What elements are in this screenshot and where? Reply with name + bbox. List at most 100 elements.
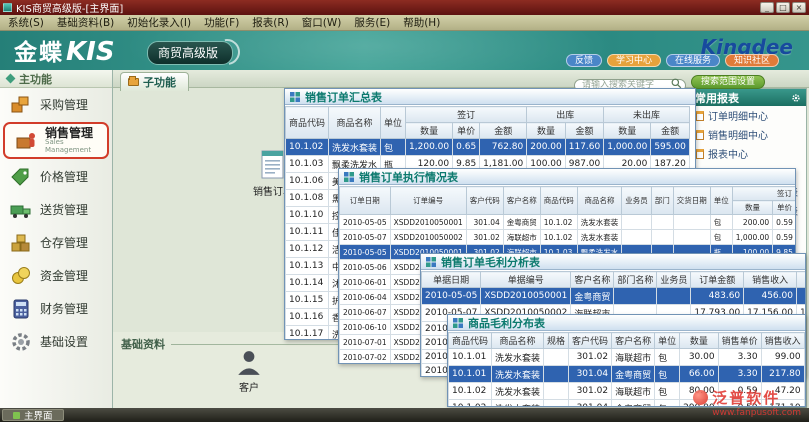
column-header[interactable]: 部门名称 — [614, 272, 657, 288]
column-header[interactable]: 商品名称 — [577, 187, 622, 215]
sidebar-item-settings[interactable]: 基础设置 — [0, 325, 112, 358]
column-header[interactable]: 客户代码 — [466, 187, 503, 215]
table-cell[interactable] — [614, 288, 657, 305]
table-cell[interactable]: 1,200.00 — [406, 139, 453, 156]
table-cell[interactable] — [651, 215, 673, 230]
column-header[interactable]: 部门 — [651, 187, 673, 215]
table-cell[interactable]: 10.1.16 — [286, 309, 329, 326]
table-cell[interactable]: 301.04 — [569, 400, 612, 407]
table-cell[interactable]: 1,000.00 — [604, 139, 651, 156]
table-cell[interactable]: 2010-06-07 — [340, 305, 391, 320]
table-cell[interactable]: 2010-05-05 — [340, 245, 391, 260]
table-cell[interactable]: 0.62 — [804, 400, 805, 407]
column-header[interactable]: 客户名称 — [503, 187, 540, 215]
table-cell[interactable]: 10.1.02 — [286, 139, 329, 156]
table-cell[interactable]: 金粤商贸 — [571, 288, 614, 305]
report-link[interactable]: 订单明细中心 — [690, 106, 806, 125]
table-cell[interactable]: 30.00 — [680, 349, 719, 366]
table-cell[interactable]: 595.00 — [651, 139, 690, 156]
sidebar-item-sales[interactable]: 销售管理 Sales Management — [3, 122, 109, 159]
table-cell[interactable]: 包 — [655, 383, 680, 400]
table-cell[interactable]: 10.1.10 — [286, 207, 329, 224]
table-row[interactable]: 2010-05-05XSDD2010050001金粤商贸483.60456.00… — [422, 288, 806, 305]
table-row[interactable]: 10.1.01洗发水套装301.02海联超市包30.003.3099.003.7… — [449, 349, 806, 366]
window-titlebar[interactable]: 销售订单汇总表 — [285, 89, 695, 105]
column-header[interactable]: 签订 — [732, 187, 795, 201]
table-cell[interactable]: 洗发水套装 — [492, 383, 544, 400]
table-cell[interactable]: XSDD2010050001 — [481, 288, 571, 305]
column-header[interactable]: 商品代码 — [449, 333, 492, 349]
column-header[interactable]: 单位 — [381, 107, 406, 139]
table-cell[interactable]: 10.1.12 — [286, 241, 329, 258]
table-cell[interactable]: 洗发水套装 — [492, 400, 544, 407]
table-cell[interactable]: 2010-06-10 — [340, 320, 391, 335]
column-header[interactable]: 客户名称 — [612, 333, 655, 349]
report-link[interactable]: 报表中心 — [690, 144, 806, 163]
table-cell[interactable]: 2010-07-01 — [340, 335, 391, 350]
sidebar-item-cash[interactable]: 资金管理 — [0, 259, 112, 292]
table-cell[interactable]: 10.1.02 — [540, 215, 577, 230]
table-cell[interactable] — [544, 400, 569, 407]
column-header[interactable]: 金额 — [565, 123, 604, 139]
column-header[interactable]: 客户代码 — [569, 333, 612, 349]
column-header[interactable]: 数量 — [527, 123, 566, 139]
table-cell[interactable] — [544, 366, 569, 383]
maximize-button[interactable]: □ — [776, 2, 790, 13]
column-header[interactable]: 单价 — [773, 201, 795, 215]
sidebar-item-inventory[interactable]: 仓存管理 — [0, 226, 112, 259]
table-cell[interactable]: 海联超市 — [612, 349, 655, 366]
sidebar-item-purchase[interactable]: 采购管理 — [0, 88, 112, 121]
column-header[interactable]: 销售成本 — [796, 272, 805, 288]
column-header[interactable]: 业务员 — [657, 272, 691, 288]
table-cell[interactable]: 包 — [381, 139, 406, 156]
menu-item[interactable]: 窗口(W) — [302, 15, 342, 30]
table-cell[interactable]: 117.60 — [565, 139, 604, 156]
table-cell[interactable]: 金粤商贸 — [612, 366, 655, 383]
table-cell[interactable]: 301.02 — [569, 383, 612, 400]
table-row[interactable]: 10.1.01洗发水套装301.04金粤商贸包66.003.30217.803.… — [449, 366, 806, 383]
menu-item[interactable]: 功能(F) — [204, 15, 239, 30]
table-cell[interactable]: 3.73 — [804, 349, 805, 366]
table-cell[interactable]: XSDD2010050001 — [390, 215, 466, 230]
column-header[interactable]: 商品代码 — [286, 107, 329, 139]
quick-button[interactable]: 反馈 — [566, 54, 602, 67]
menu-item[interactable]: 基础资料(B) — [57, 15, 114, 30]
table-cell[interactable]: 10.1.13 — [286, 258, 329, 275]
table-cell[interactable]: 2010-06-01 — [340, 275, 391, 290]
column-header[interactable]: 数量 — [604, 123, 651, 139]
column-header[interactable]: 单位 — [710, 187, 732, 215]
column-header[interactable]: 商品代码 — [540, 187, 577, 215]
column-header[interactable]: 数量 — [406, 123, 453, 139]
column-header[interactable]: 金额 — [651, 123, 690, 139]
column-header[interactable]: 单据编号 — [481, 272, 571, 288]
column-header[interactable]: 订单编号 — [390, 187, 466, 215]
table-cell[interactable]: 476.46 — [796, 288, 805, 305]
table-cell[interactable]: 10.1.06 — [286, 173, 329, 190]
column-header[interactable]: 规格 — [544, 333, 569, 349]
table-cell[interactable]: 301.02 — [466, 230, 503, 245]
table-cell[interactable]: 2010-05-06 — [340, 260, 391, 275]
table-cell[interactable]: 洗发水套装 — [492, 366, 544, 383]
table-cell[interactable]: 301.04 — [466, 215, 503, 230]
column-header[interactable]: 订单金额 — [691, 272, 744, 288]
table-cell[interactable]: 10.1.02 — [449, 400, 492, 407]
column-header[interactable]: 销售单价 — [718, 333, 761, 349]
table-cell[interactable]: 3.30 — [718, 366, 761, 383]
column-header[interactable]: 单位 — [655, 333, 680, 349]
window-titlebar[interactable]: 商品毛利分布表 — [448, 315, 805, 331]
table-cell[interactable]: 10.1.02 — [540, 230, 577, 245]
table-cell[interactable]: 10.1.17 — [286, 326, 329, 340]
table-cell[interactable]: 2010-07-02 — [340, 350, 391, 364]
table-cell[interactable] — [651, 230, 673, 245]
window-titlebar[interactable]: KIS商贸高级版-[主界面] _ □ × — [0, 0, 809, 15]
table-cell[interactable]: 0.65 — [453, 139, 480, 156]
table-cell[interactable]: 66.00 — [680, 366, 719, 383]
table-cell[interactable]: 2010-05-05 — [340, 215, 391, 230]
table-cell[interactable]: XSDD2010050002 — [390, 230, 466, 245]
table-cell[interactable]: 456.00 — [744, 288, 797, 305]
table-cell[interactable]: 1,000.00 — [732, 230, 772, 245]
table-cell[interactable]: 海联超市 — [503, 230, 540, 245]
table-cell[interactable]: 包 — [655, 349, 680, 366]
table-cell[interactable]: 10.1.03 — [286, 156, 329, 173]
table-cell[interactable]: 洗发水套装 — [577, 215, 622, 230]
